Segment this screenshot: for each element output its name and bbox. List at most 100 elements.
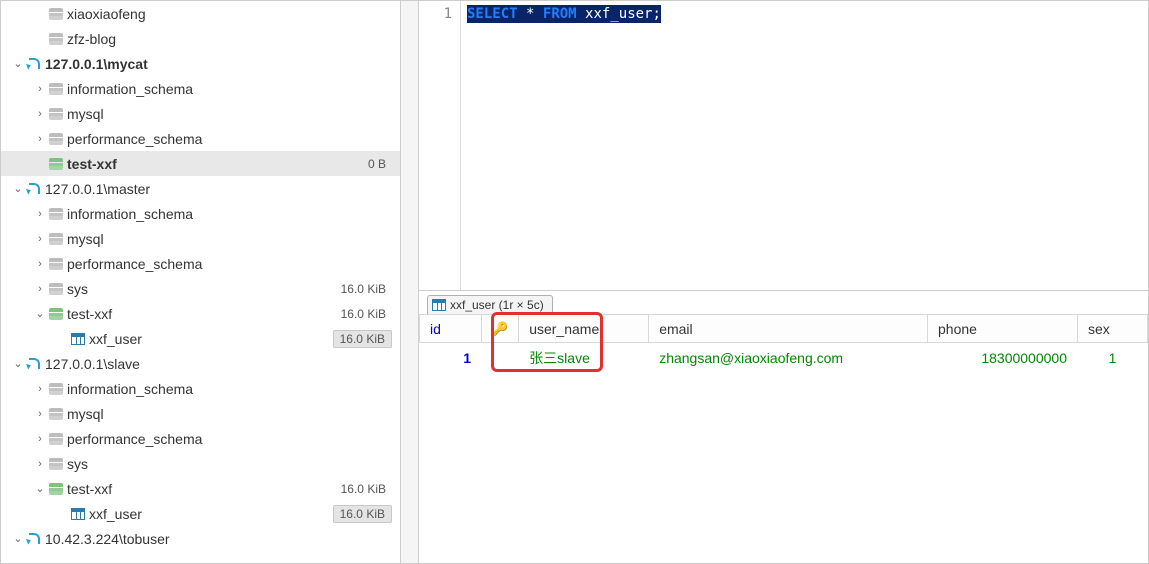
result-tab[interactable]: xxf_user (1r × 5c) [427, 295, 553, 314]
tree-item-size: 16.0 KiB [333, 505, 392, 523]
tree-item-label: xxf_user [87, 331, 142, 347]
chevron-down-icon[interactable]: ⌄ [33, 482, 47, 495]
tree-item[interactable]: ⌄ 10.42.3.224\tobuser [1, 526, 400, 551]
tree-item-size: 16.0 KiB [333, 330, 392, 348]
tree-item-label: 10.42.3.224\tobuser [43, 531, 170, 547]
tree-item[interactable]: ›mysql [1, 226, 400, 251]
cell-id[interactable]: 1 [420, 343, 482, 374]
tree-item[interactable]: › mysql [1, 101, 400, 126]
editor-line-gutter: 1 [419, 1, 461, 290]
tree-item[interactable]: ⌄test-xxf16.0 KiB [1, 301, 400, 326]
database-icon [47, 33, 65, 45]
connection-icon [25, 532, 43, 546]
chevron-right-icon[interactable]: › [33, 283, 47, 295]
tree-item[interactable]: › performance_schema [1, 251, 400, 276]
tree-item[interactable]: test-xxf 0 B [1, 151, 400, 176]
sql-token: xxf_user; [585, 6, 661, 22]
cell-phone[interactable]: 18300000000 [928, 343, 1078, 374]
tree-item[interactable]: ›information_schema [1, 76, 400, 101]
tree-item[interactable]: › information_schema [1, 201, 400, 226]
tree-item[interactable]: ›sys16.0 KiB [1, 276, 400, 301]
chevron-down-icon[interactable]: ⌄ [11, 357, 25, 370]
sql-keyword: FROM [543, 6, 577, 22]
tree-item-label: test-xxf [65, 156, 117, 172]
editor-content[interactable]: SELECT * FROM xxf_user; [461, 1, 1148, 290]
chevron-down-icon[interactable]: ⌄ [11, 182, 25, 195]
chevron-right-icon[interactable]: › [33, 208, 47, 220]
tree-item[interactable]: › sys [1, 451, 400, 476]
result-grid[interactable]: id 🔑 user_name email phone sex 1 张三slave… [419, 314, 1148, 374]
database-tree[interactable]: xiaoxiaofengzfz-blog⌄127.0.0.1\mycat›inf… [1, 1, 401, 563]
sql-editor[interactable]: 1 SELECT * FROM xxf_user; [419, 1, 1148, 291]
database-active-icon [47, 483, 65, 495]
key-icon: 🔑 [492, 321, 508, 336]
col-header-key[interactable]: 🔑 [482, 315, 519, 343]
tree-item-label: 127.0.0.1\master [43, 181, 150, 197]
chevron-right-icon[interactable]: › [33, 383, 47, 395]
database-icon [47, 283, 65, 295]
tree-item-label: performance_schema [65, 131, 202, 147]
result-tab-label: xxf_user (1r × 5c) [450, 298, 544, 312]
tree-item-label: 127.0.0.1\mycat [43, 56, 148, 72]
tree-item-size: 0 B [362, 156, 392, 172]
table-icon [432, 299, 446, 311]
tree-item[interactable]: › performance_schema [1, 126, 400, 151]
sql-keyword: SELECT [467, 6, 518, 22]
table-icon [69, 508, 87, 520]
tree-item[interactable]: ⌄127.0.0.1\slave [1, 351, 400, 376]
database-active-icon [47, 308, 65, 320]
chevron-right-icon[interactable]: › [33, 408, 47, 420]
tree-item-label: xiaoxiaofeng [65, 6, 146, 22]
tree-item-label: mysql [65, 406, 104, 422]
table-row[interactable]: 1 张三slave zhangsan@xiaoxiaofeng.com 1830… [420, 343, 1148, 374]
result-area: xxf_user (1r × 5c) id 🔑 user_name email … [419, 291, 1148, 563]
tree-item-label: mysql [65, 106, 104, 122]
chevron-right-icon[interactable]: › [33, 433, 47, 445]
chevron-down-icon[interactable]: ⌄ [33, 307, 47, 320]
database-icon [47, 8, 65, 20]
database-icon [47, 108, 65, 120]
connection-icon [25, 182, 43, 196]
chevron-right-icon[interactable]: › [33, 258, 47, 270]
chevron-right-icon[interactable]: › [33, 108, 47, 120]
chevron-right-icon[interactable]: › [33, 233, 47, 245]
col-header-id[interactable]: id [420, 315, 482, 343]
tree-item-size: 16.0 KiB [335, 281, 392, 297]
tree-item[interactable]: › mysql [1, 401, 400, 426]
tree-item-label: performance_schema [65, 256, 202, 272]
tree-item[interactable]: xxf_user16.0 KiB [1, 501, 400, 526]
chevron-down-icon[interactable]: ⌄ [11, 532, 25, 545]
line-number: 1 [419, 4, 452, 24]
cell-sex[interactable]: 1 [1078, 343, 1148, 374]
tree-item-label: sys [65, 456, 88, 472]
tree-item[interactable]: ›performance_schema [1, 426, 400, 451]
cell-email[interactable]: zhangsan@xiaoxiaofeng.com [649, 343, 928, 374]
tree-item[interactable]: ›information_schema [1, 376, 400, 401]
tree-item-label: information_schema [65, 206, 193, 222]
tree-item[interactable]: ⌄ 127.0.0.1\master [1, 176, 400, 201]
tree-item[interactable]: ⌄ 127.0.0.1\mycat [1, 51, 400, 76]
chevron-right-icon[interactable]: › [33, 83, 47, 95]
tree-item[interactable]: xiaoxiaofeng [1, 1, 400, 26]
database-icon [47, 383, 65, 395]
splitter[interactable] [401, 1, 419, 563]
tree-item[interactable]: xxf_user 16.0 KiB [1, 326, 400, 351]
database-icon [47, 258, 65, 270]
chevron-right-icon[interactable]: › [33, 458, 47, 470]
col-header-username[interactable]: user_name [519, 315, 649, 343]
chevron-down-icon[interactable]: ⌄ [11, 57, 25, 70]
chevron-right-icon[interactable]: › [33, 133, 47, 145]
database-icon [47, 233, 65, 245]
table-header-row: id 🔑 user_name email phone sex [420, 315, 1148, 343]
cell-username[interactable]: 张三slave [519, 343, 649, 374]
col-header-phone[interactable]: phone [928, 315, 1078, 343]
database-icon [47, 433, 65, 445]
cell-key [482, 343, 519, 374]
database-icon [47, 458, 65, 470]
tree-item[interactable]: zfz-blog [1, 26, 400, 51]
database-icon [47, 83, 65, 95]
col-header-sex[interactable]: sex [1078, 315, 1148, 343]
tree-item[interactable]: ⌄test-xxf16.0 KiB [1, 476, 400, 501]
col-header-email[interactable]: email [649, 315, 928, 343]
database-icon [47, 133, 65, 145]
